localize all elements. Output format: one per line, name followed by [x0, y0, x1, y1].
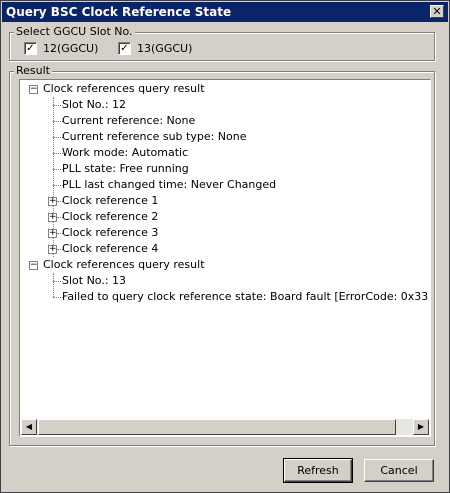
horizontal-scrollbar[interactable]: ◀ ▶ [21, 419, 429, 435]
slot-12-checkbox[interactable]: ✓ 12(GGCU) [24, 42, 98, 55]
tree-connector [53, 273, 54, 297]
tree-node-work-mode[interactable]: Work mode: Automatic [62, 145, 188, 161]
tree-node-pll-last-changed[interactable]: PLL last changed time: Never Changed [62, 177, 276, 193]
tree-node-query-result[interactable]: Clock references query result [43, 81, 205, 97]
collapse-toggle[interactable]: − [29, 85, 38, 94]
tree-node-current-reference[interactable]: Current reference: None [62, 113, 195, 129]
scroll-right-button[interactable]: ▶ [413, 419, 429, 435]
tree-node-slot-no[interactable]: Slot No.: 13 [62, 273, 126, 289]
expand-toggle[interactable]: + [48, 213, 57, 222]
result-tree-view[interactable]: − Clock references query result Slot No.… [19, 79, 431, 437]
tree-node-query-result[interactable]: Clock references query result [43, 257, 205, 273]
scroll-thumb[interactable] [38, 419, 396, 435]
tree-node-clock-reference-4[interactable]: Clock reference 4 [62, 241, 158, 257]
expand-toggle[interactable]: + [48, 245, 57, 254]
checkbox-check-icon[interactable]: ✓ [24, 42, 37, 55]
title-bar[interactable]: Query BSC Clock Reference State ✕ [2, 2, 448, 22]
slot-13-label: 13(GGCU) [137, 42, 193, 55]
tree-node-clock-reference-1[interactable]: Clock reference 1 [62, 193, 158, 209]
refresh-button[interactable]: Refresh [283, 458, 353, 483]
window-title: Query BSC Clock Reference State [6, 5, 232, 19]
expand-toggle[interactable]: + [48, 197, 57, 206]
tree-node-reference-sub-type[interactable]: Current reference sub type: None [62, 129, 247, 145]
tree-node-pll-state[interactable]: PLL state: Free running [62, 161, 189, 177]
checkbox-check-icon[interactable]: ✓ [118, 42, 131, 55]
tree-node-clock-reference-3[interactable]: Clock reference 3 [62, 225, 158, 241]
close-button[interactable]: ✕ [430, 5, 444, 18]
dialog-window: Query BSC Clock Reference State ✕ Select… [0, 0, 450, 493]
tree-node-slot-no[interactable]: Slot No.: 12 [62, 97, 126, 113]
cancel-button[interactable]: Cancel [364, 459, 434, 482]
result-legend: Result [14, 64, 52, 77]
expand-toggle[interactable]: + [48, 229, 57, 238]
tree-node-clock-reference-2[interactable]: Clock reference 2 [62, 209, 158, 225]
slot-12-label: 12(GGCU) [43, 42, 99, 55]
slot-select-legend: Select GGCU Slot No. [14, 25, 135, 38]
slot-13-checkbox[interactable]: ✓ 13(GGCU) [118, 42, 192, 55]
tree-node-error-message[interactable]: Failed to query clock reference state: B… [62, 289, 429, 305]
scroll-left-button[interactable]: ◀ [21, 419, 37, 435]
collapse-toggle[interactable]: − [29, 261, 38, 270]
tree-content: − Clock references query result Slot No.… [21, 81, 429, 418]
slot-select-group: Select GGCU Slot No. ✓ 12(GGCU) ✓ 13(GGC… [9, 25, 435, 61]
